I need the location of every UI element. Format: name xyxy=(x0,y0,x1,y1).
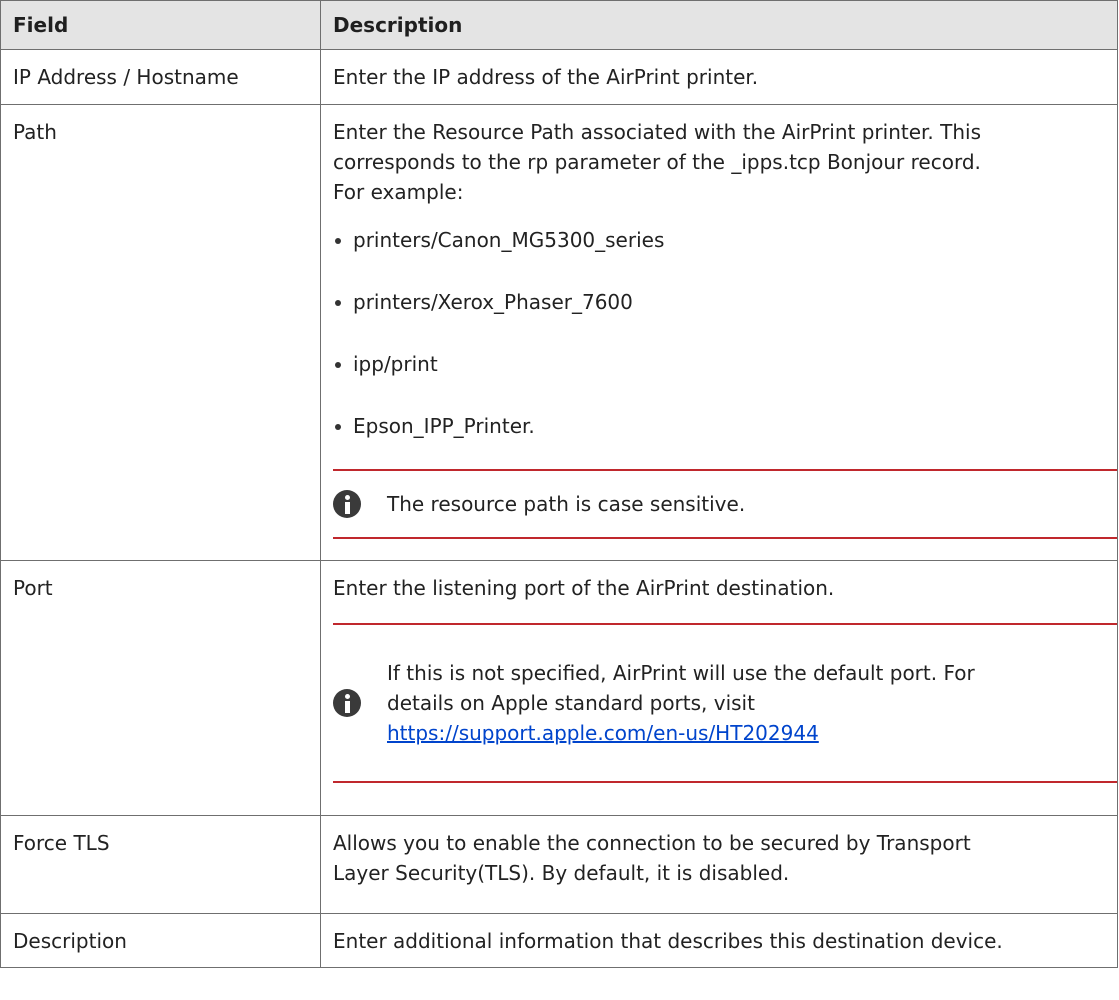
info-icon xyxy=(333,689,361,717)
table-row: Path Enter the Resource Path associated … xyxy=(0,104,1118,561)
description-line: Allows you to enable the connection to b… xyxy=(333,831,971,855)
description-line: For example: xyxy=(333,180,464,204)
field-name: Description xyxy=(0,913,321,968)
field-name: Port xyxy=(0,560,321,816)
field-description: Enter the Resource Path associated with … xyxy=(320,104,1118,561)
info-icon xyxy=(333,490,361,518)
field-name: Path xyxy=(0,104,321,561)
note-box: If this is not specified, AirPrint will … xyxy=(333,623,1117,783)
table-header-row: Field Description xyxy=(0,0,1118,50)
field-description: Enter the IP address of the AirPrint pri… xyxy=(320,49,1118,105)
note-box: The resource path is case sensitive. xyxy=(333,469,1117,539)
description-line: Enter the listening port of the AirPrint… xyxy=(333,576,835,600)
description-line: Enter the Resource Path associated with … xyxy=(333,120,981,144)
note-line: If this is not specified, AirPrint will … xyxy=(387,661,975,685)
field-name: IP Address / Hostname xyxy=(0,49,321,105)
note-text: If this is not specified, AirPrint will … xyxy=(387,658,975,748)
fields-table: Field Description IP Address / Hostname … xyxy=(0,0,1118,968)
description-line: Layer Security(TLS). By default, it is d… xyxy=(333,861,790,885)
apple-ports-link[interactable]: https://support.apple.com/en-us/HT202944 xyxy=(387,721,819,745)
list-item: Epson_IPP_Printer. xyxy=(333,411,1105,469)
table-row: IP Address / Hostname Enter the IP addre… xyxy=(0,49,1118,105)
field-description: Enter additional information that descri… xyxy=(320,913,1118,968)
field-description: Allows you to enable the connection to b… xyxy=(320,815,1118,914)
note-line: details on Apple standard ports, visit xyxy=(387,691,755,715)
field-column-header: Field xyxy=(0,0,321,50)
list-item: printers/Xerox_Phaser_7600 xyxy=(333,287,1105,349)
field-name: Force TLS xyxy=(0,815,321,914)
note-text: The resource path is case sensitive. xyxy=(387,492,746,516)
list-item: ipp/print xyxy=(333,349,1105,411)
table-row: Description Enter additional information… xyxy=(0,913,1118,968)
table-row: Force TLS Allows you to enable the conne… xyxy=(0,815,1118,914)
description-column-header: Description xyxy=(320,0,1118,50)
list-item: printers/Canon_MG5300_series xyxy=(333,225,1105,287)
description-line: corresponds to the rp parameter of the _… xyxy=(333,150,981,174)
field-description: Enter the listening port of the AirPrint… xyxy=(320,560,1118,816)
table-row: Port Enter the listening port of the Air… xyxy=(0,560,1118,816)
example-list: printers/Canon_MG5300_series printers/Xe… xyxy=(333,225,1105,469)
